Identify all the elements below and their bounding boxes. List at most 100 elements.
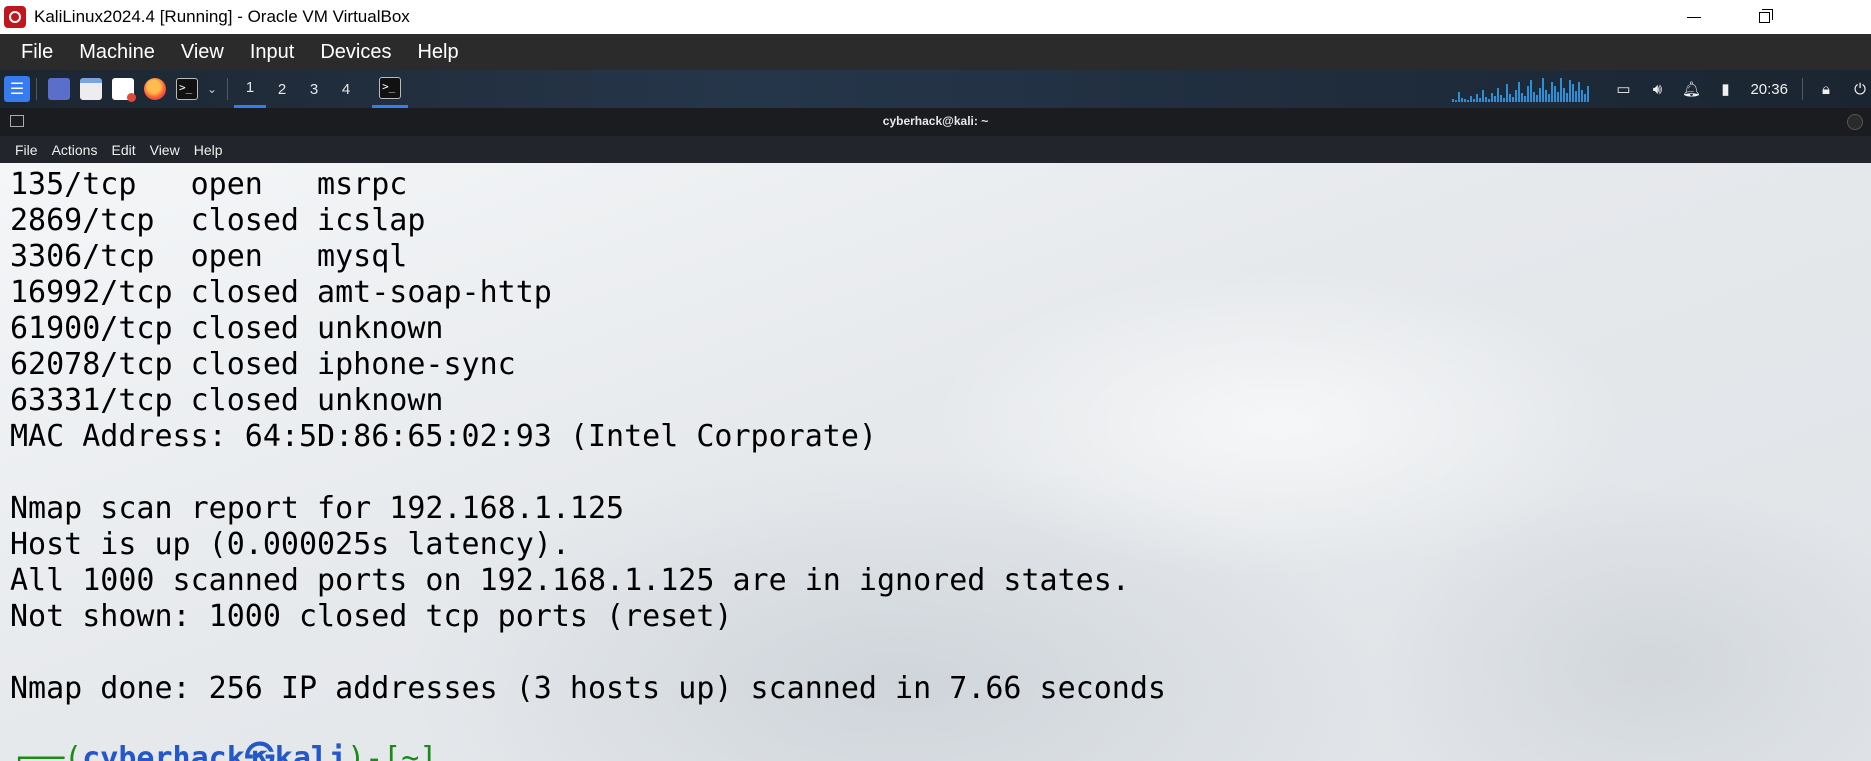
cpu-graph-bar — [1557, 92, 1560, 102]
cpu-graph-bar — [1548, 94, 1551, 102]
cpu-graph-bar — [1533, 92, 1536, 102]
cpu-graph-bar — [1524, 96, 1527, 102]
cpu-graph-bar — [1470, 96, 1473, 102]
cpu-graph-bar — [1554, 86, 1557, 102]
menu-help[interactable]: Help — [404, 41, 471, 64]
chevron-down-icon[interactable]: ⌄ — [207, 82, 217, 96]
cpu-graph-bar — [1518, 82, 1521, 102]
terminal-menu-bar: File Actions Edit View Help — [0, 136, 1871, 163]
cpu-graph-bar — [1512, 97, 1515, 102]
output-line: MAC Address: 64:5D:86:65:02:93 (Intel Co… — [10, 419, 877, 454]
file-manager-icon[interactable] — [80, 78, 102, 100]
host-title-bar: KaliLinux2024.4 [Running] - Oracle VM Vi… — [0, 0, 1871, 34]
menu-machine[interactable]: Machine — [66, 41, 168, 64]
cpu-graph-bar — [1497, 88, 1500, 102]
output-line: 63331/tcp closed unknown — [10, 383, 444, 418]
terminal-output[interactable]: 135/tcp open msrpc 2869/tcp closed icsla… — [0, 163, 1871, 761]
cpu-graph-bar — [1506, 84, 1509, 102]
output-line: 62078/tcp closed iphone-sync — [10, 347, 516, 382]
firefox-icon[interactable] — [144, 78, 166, 100]
cpu-graph-bar — [1494, 96, 1497, 102]
cpu-graph-bar — [1530, 80, 1533, 102]
kali-menu-icon[interactable]: ☰ — [4, 76, 30, 102]
minimize-icon — [1687, 16, 1701, 18]
cpu-graph-bar — [1467, 100, 1470, 102]
cpu-graph-bar — [1536, 95, 1539, 102]
restore-button[interactable] — [1729, 0, 1799, 34]
workspace-3[interactable]: 3 — [298, 70, 330, 108]
terminal-icon: >_ — [379, 76, 402, 99]
restore-icon — [1758, 8, 1773, 23]
cpu-graph-bar — [1527, 86, 1530, 102]
terminal-close-button[interactable] — [1847, 114, 1863, 130]
cpu-graph-bar — [1479, 98, 1482, 102]
show-desktop-icon[interactable] — [48, 78, 70, 100]
cpu-graph-bar — [1485, 97, 1488, 102]
cpu-graph-bar — [1509, 94, 1512, 102]
menu-input[interactable]: Input — [237, 41, 307, 64]
cpu-graph-bar — [1584, 94, 1587, 102]
workspace-4[interactable]: 4 — [330, 70, 362, 108]
terminal-menu-help[interactable]: Help — [187, 142, 230, 158]
cpu-graph-bar — [1521, 93, 1524, 102]
cpu-graph-bar — [1452, 99, 1455, 102]
minimize-button[interactable] — [1659, 0, 1729, 34]
output-line: 2869/tcp closed icslap — [10, 203, 426, 238]
lock-icon[interactable]: 🔒︎ — [1817, 80, 1835, 98]
display-icon[interactable]: ▭ — [1614, 80, 1632, 98]
cpu-graph-bar — [1464, 99, 1467, 102]
cpu-graph-bar — [1542, 78, 1545, 102]
terminal-menu-view[interactable]: View — [143, 142, 187, 158]
volume-icon[interactable]: 🔊︎ — [1648, 80, 1666, 98]
cpu-graph-bar — [1572, 84, 1575, 102]
cpu-graph-bar — [1539, 88, 1542, 102]
prompt-user: cyberhack㉿kali — [82, 741, 348, 761]
cpu-graph-bar — [1482, 90, 1485, 102]
output-line: 135/tcp open msrpc — [10, 167, 408, 202]
output-line: Nmap done: 256 IP addresses (3 hosts up)… — [10, 671, 1166, 706]
taskbar-terminal-button[interactable]: >_ — [372, 70, 409, 108]
power-icon[interactable]: ⏻ — [1851, 80, 1869, 98]
terminal-menu-actions[interactable]: Actions — [45, 142, 105, 158]
battery-icon[interactable]: ▮ — [1716, 80, 1734, 98]
text-editor-icon[interactable] — [112, 78, 136, 102]
cpu-graph-bar — [1455, 100, 1458, 102]
cpu-graph-bar — [1473, 99, 1476, 102]
workspace-1[interactable]: 1 — [234, 70, 267, 108]
workspace-2[interactable]: 2 — [266, 70, 298, 108]
cpu-graph-bar — [1503, 98, 1506, 102]
cpu-graph-bar — [1581, 90, 1584, 102]
terminal-launcher-icon[interactable]: >_ — [176, 78, 198, 100]
cpu-graph-bar — [1458, 92, 1461, 102]
cpu-graph-bar — [1560, 78, 1563, 102]
cpu-graph-bar — [1545, 90, 1548, 102]
output-line: 3306/tcp open mysql — [10, 239, 408, 274]
menu-view[interactable]: View — [168, 41, 237, 64]
clock[interactable]: 20:36 — [1750, 81, 1788, 98]
menu-devices[interactable]: Devices — [307, 41, 404, 64]
terminal-menu-edit[interactable]: Edit — [104, 142, 142, 158]
terminal-menu-file[interactable]: File — [8, 142, 45, 158]
cpu-graph-bar — [1569, 80, 1572, 102]
cpu-graph-bar — [1476, 94, 1479, 102]
panel-separator — [1802, 78, 1803, 100]
notifications-icon[interactable]: 🔔︎ — [1682, 80, 1701, 98]
close-window-area — [1799, 0, 1871, 34]
output-line: Nmap scan report for 192.168.1.125 — [10, 491, 625, 526]
panel-separator — [36, 78, 37, 100]
terminal-title: cyberhack@kali: ~ — [882, 114, 989, 128]
cpu-graph-bar — [1587, 86, 1590, 102]
menu-file[interactable]: File — [8, 41, 66, 64]
cpu-graph-bar — [1575, 91, 1578, 102]
virtualbox-icon — [4, 6, 26, 28]
virtualbox-menu-bar: File Machine View Input Devices Help — [0, 34, 1871, 70]
cpu-graph-bar — [1551, 82, 1554, 102]
output-line: All 1000 scanned ports on 192.168.1.125 … — [10, 563, 1130, 598]
cpu-graph-bar — [1491, 93, 1494, 102]
cpu-graph-bar — [1500, 95, 1503, 102]
output-line: Not shown: 1000 closed tcp ports (reset) — [10, 599, 733, 634]
cpu-graph-bar — [1515, 90, 1518, 102]
panel-separator — [227, 78, 229, 100]
window-title: KaliLinux2024.4 [Running] - Oracle VM Vi… — [34, 7, 410, 26]
shell-prompt: ┌──(cyberhack㉿kali)-[~] — [10, 741, 437, 761]
